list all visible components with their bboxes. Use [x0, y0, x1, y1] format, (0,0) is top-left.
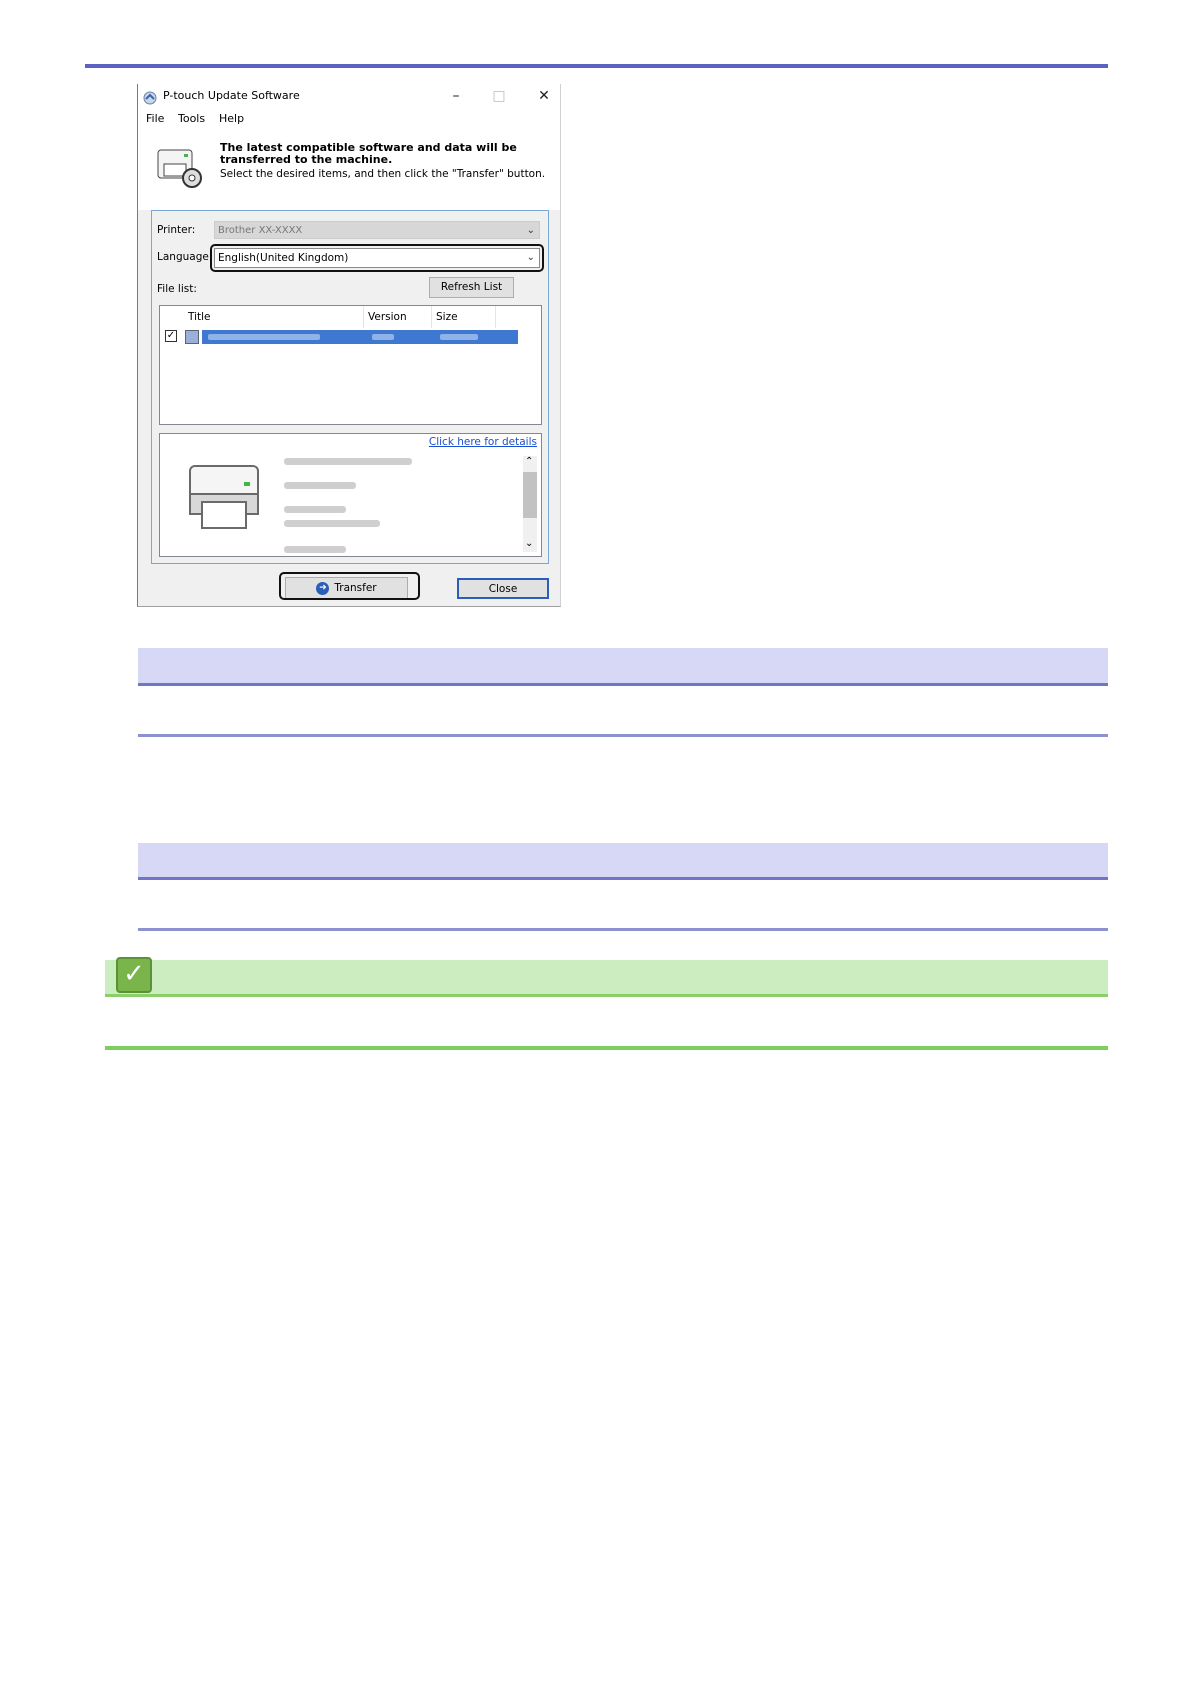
redacted-line — [284, 520, 380, 527]
redacted-line — [284, 506, 346, 513]
printer-label: Printer: — [157, 224, 196, 236]
column-size[interactable]: Size — [432, 306, 496, 328]
section-band-2 — [138, 843, 1108, 877]
printer-select: Brother XX-XXXX ⌄ — [214, 221, 540, 239]
redacted-size — [440, 334, 478, 340]
info-instruction: Select the desired items, and then click… — [220, 168, 546, 180]
printer-gear-icon — [157, 149, 202, 188]
top-rule — [85, 64, 1108, 68]
settings-group: Printer: Brother XX-XXXX ⌄ Language: Eng… — [151, 210, 549, 564]
language-label: Language: — [157, 251, 213, 263]
chevron-down-icon: ⌄ — [526, 225, 535, 236]
file-icon — [185, 330, 199, 344]
checkmark-icon: ✓ — [116, 957, 152, 993]
menu-tools[interactable]: Tools — [178, 112, 205, 125]
file-list-label: File list: — [157, 283, 197, 295]
close-button[interactable]: Close — [457, 578, 549, 599]
redacted-line — [284, 458, 412, 465]
chevron-up-icon[interactable]: ⌃ — [525, 456, 533, 467]
redacted-title — [208, 334, 320, 340]
menu-bar: File Tools Help — [138, 110, 560, 128]
menu-help[interactable]: Help — [219, 112, 244, 125]
redacted-version — [372, 334, 394, 340]
section-band-2-rule — [138, 877, 1108, 880]
printer-icon — [189, 465, 259, 529]
related-info-bottom-rule — [105, 1046, 1108, 1050]
maximize-button[interactable]: □ — [487, 86, 511, 106]
window-title: P-touch Update Software — [163, 89, 300, 102]
details-link[interactable]: Click here for details — [429, 436, 537, 448]
redacted-line — [284, 482, 356, 489]
title-bar: P-touch Update Software – □ ✕ — [138, 84, 560, 110]
table-row[interactable] — [202, 330, 518, 344]
close-window-button[interactable]: ✕ — [532, 86, 556, 106]
file-list: Title Version Size ✓ — [159, 305, 542, 425]
printer-value: Brother XX-XXXX — [218, 225, 303, 236]
refresh-list-button[interactable]: Refresh List — [429, 277, 514, 298]
section-band-1-rule — [138, 683, 1108, 686]
info-bold-text: The latest compatible software and data … — [220, 141, 517, 166]
file-checkbox[interactable]: ✓ — [165, 330, 177, 342]
section-rule-2 — [138, 928, 1108, 931]
minimize-button[interactable]: – — [444, 86, 468, 106]
transfer-highlight — [279, 572, 420, 600]
details-panel: Click here for details ⌃ ⌄ — [159, 433, 542, 557]
menu-file[interactable]: File — [146, 112, 164, 125]
chevron-down-icon[interactable]: ⌄ — [525, 538, 533, 549]
language-highlight — [210, 244, 544, 272]
app-icon — [143, 91, 157, 105]
column-title[interactable]: Title — [184, 306, 364, 328]
section-rule-1 — [138, 734, 1108, 737]
info-header: The latest compatible software and data … — [138, 128, 560, 210]
details-link-text: Click here for details — [428, 436, 537, 448]
scrollbar-thumb[interactable] — [523, 472, 537, 518]
column-version[interactable]: Version — [364, 306, 432, 328]
related-info-rule — [105, 994, 1108, 997]
details-scrollbar[interactable]: ⌃ ⌄ — [523, 456, 537, 552]
redacted-line — [284, 546, 346, 553]
p-touch-update-window: P-touch Update Software – □ ✕ File Tools… — [137, 84, 561, 607]
section-band-1 — [138, 648, 1108, 683]
related-info-band — [105, 960, 1108, 994]
